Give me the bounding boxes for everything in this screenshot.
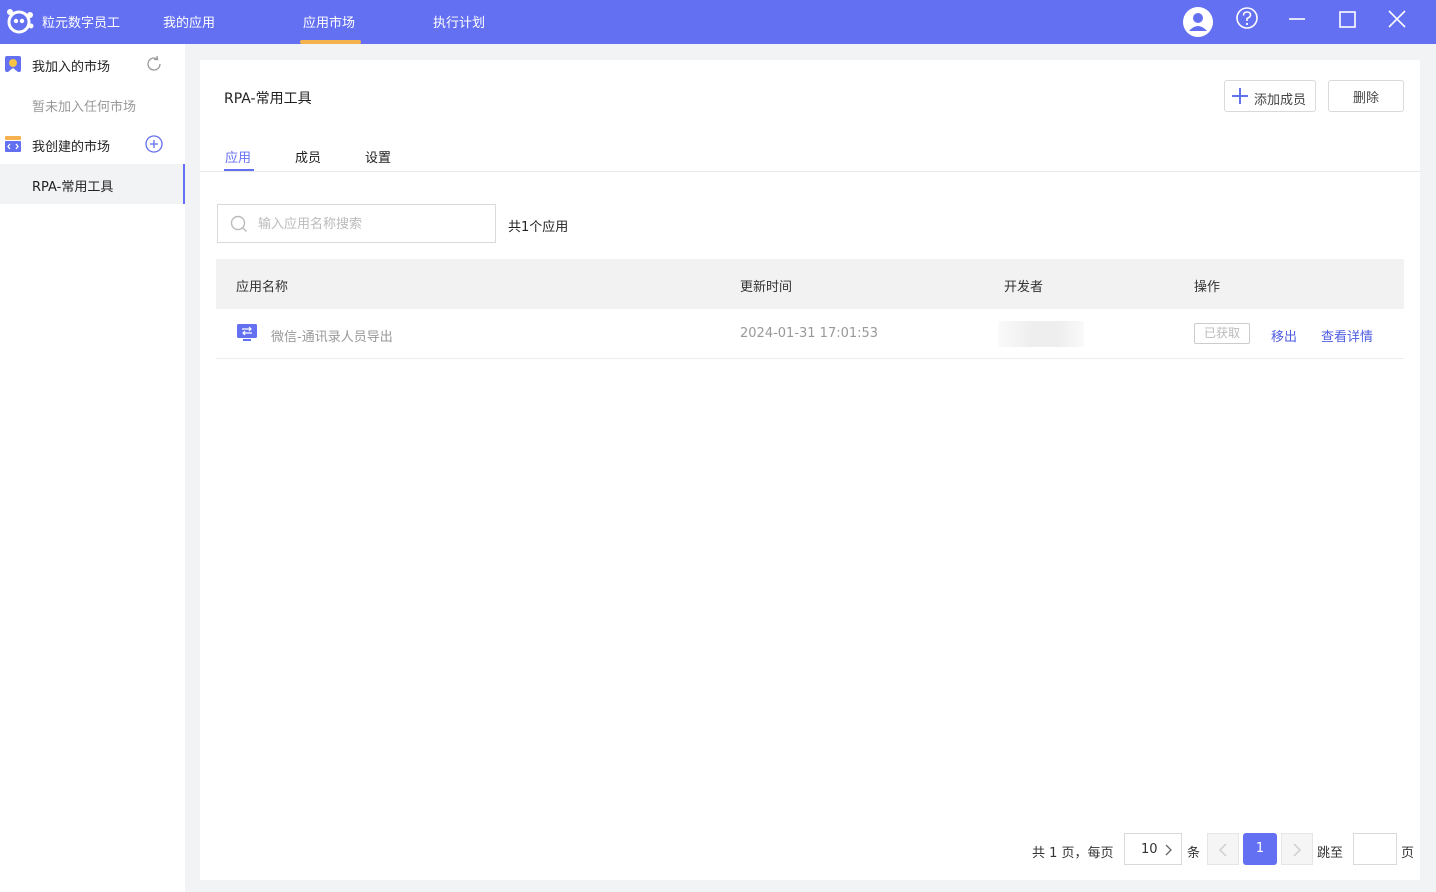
tab-settings[interactable]: 设置 [365,147,391,166]
page-size-select[interactable]: 10 [1124,833,1182,865]
joined-markets-label: 我加入的市场 [32,60,111,75]
nav-app-market[interactable]: 应用市场 [303,12,355,31]
prev-page-button[interactable] [1207,833,1239,865]
user-avatar-icon[interactable] [1181,5,1215,39]
search-box[interactable] [217,204,496,243]
created-market-icon [5,136,21,152]
tab-divider [200,171,1420,172]
developer-redacted [998,321,1084,347]
status-badge: 已获取 [1194,323,1250,344]
chevron-right-icon [1293,843,1301,857]
search-input[interactable] [258,213,488,235]
tab-apps[interactable]: 应用 [225,147,251,166]
desktop-app-icon [237,324,257,341]
page-size-value: 10 [1141,842,1158,857]
sidebar: 我加入的市场 暂未加入任何市场 我创建的市场 RPA-常用工具 [0,44,185,892]
maximize-icon[interactable] [1330,5,1364,39]
sidebar-joined-markets[interactable]: 我加入的市场 [0,44,185,84]
joined-market-icon [5,56,21,72]
refresh-icon[interactable] [144,54,164,74]
chevron-left-icon [1219,843,1227,857]
close-icon[interactable] [1380,5,1414,39]
market-detail-panel: RPA-常用工具 添加成员 删除 应用 成员 设置 共1个应用 应用名称 更新时… [200,60,1420,880]
next-page-button[interactable] [1281,833,1313,865]
current-page-button[interactable]: 1 [1243,833,1277,865]
table-row: 微信-通讯录人员导出 2024-01-31 17:01:53 已获取 移出 查看… [216,309,1404,359]
remove-app-link[interactable]: 移出 [1271,326,1297,345]
nav-active-indicator [300,40,361,44]
delete-market-button[interactable]: 删除 [1328,80,1404,112]
tab-members[interactable]: 成员 [295,147,321,166]
column-developer: 开发者 [1004,280,1044,295]
top-bar: 粒元数字员工 我的应用 应用市场 执行计划 [0,0,1436,44]
jump-label: 跳至 [1317,846,1344,861]
view-details-link[interactable]: 查看详情 [1321,326,1373,345]
app-count: 共1个应用 [508,220,569,235]
chevron-right-icon [1165,844,1172,856]
page-size-unit: 条 [1187,846,1201,861]
market-title: RPA-常用工具 [224,91,312,107]
sidebar-item-rpa-tools[interactable]: RPA-常用工具 [0,164,185,204]
page-suffix: 页 [1401,846,1415,861]
nav-execution-plan[interactable]: 执行计划 [433,12,485,31]
created-markets-label: 我创建的市场 [32,140,111,155]
table-header: 应用名称 更新时间 开发者 操作 [216,259,1404,309]
minimize-icon[interactable] [1280,5,1314,39]
app-updated-time: 2024-01-31 17:01:53 [740,326,879,341]
sidebar-item-label: RPA-常用工具 [32,180,114,195]
app-brand: 粒元数字员工 [42,16,121,31]
add-market-icon[interactable] [144,134,164,154]
add-member-label: 添加成员 [1254,93,1307,108]
app-logo-icon [7,9,34,34]
column-app-name: 应用名称 [236,280,289,295]
column-actions: 操作 [1194,280,1221,295]
plus-icon [1232,88,1248,104]
jump-page-input[interactable] [1353,833,1397,865]
pagination-total: 共 1 页，每页 [1032,846,1114,861]
app-name: 微信-通讯录人员导出 [271,330,393,345]
sidebar-created-markets[interactable]: 我创建的市场 [0,124,185,164]
add-member-button[interactable]: 添加成员 [1224,80,1316,112]
joined-markets-empty-text: 暂未加入任何市场 [32,100,137,115]
nav-my-apps[interactable]: 我的应用 [163,12,215,31]
column-updated-time: 更新时间 [740,280,793,295]
search-icon [230,215,247,232]
help-icon[interactable] [1230,5,1264,39]
